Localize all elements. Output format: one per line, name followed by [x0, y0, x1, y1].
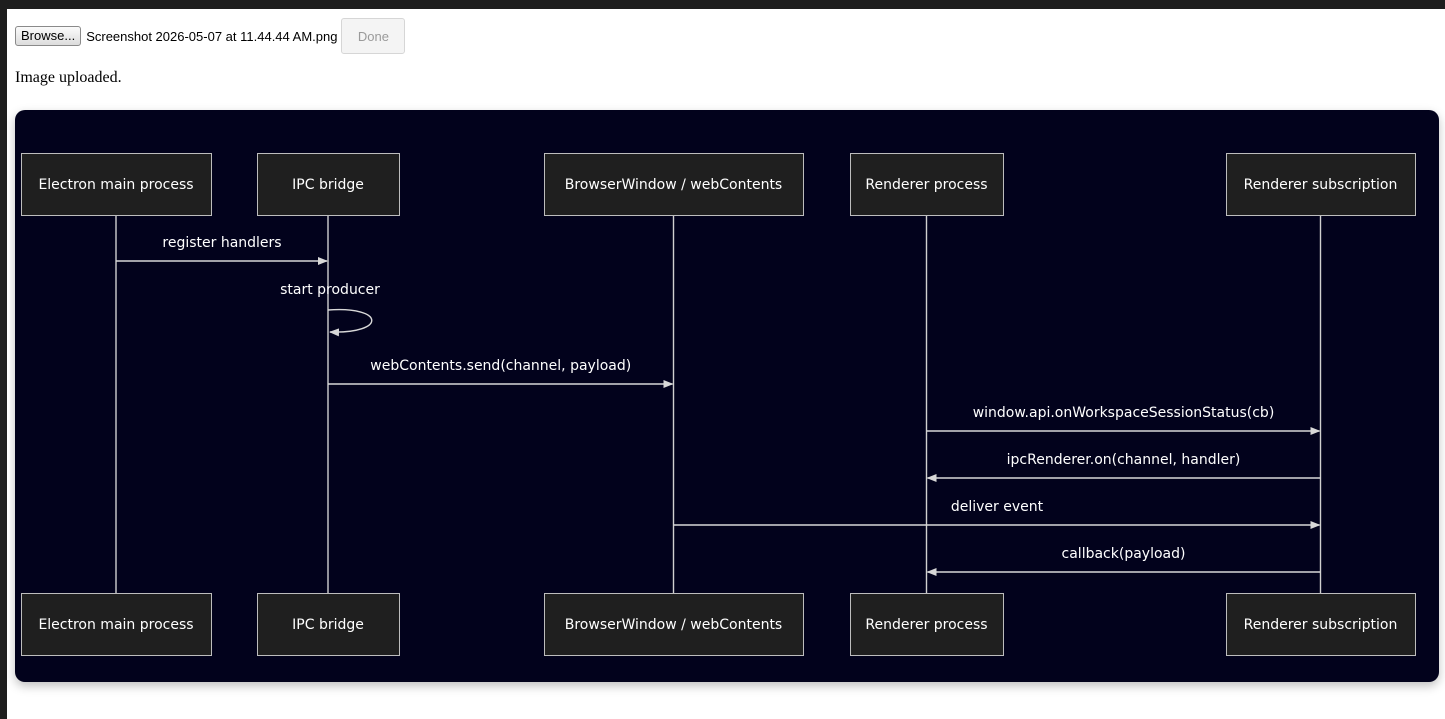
participant-label-bottom-4: Renderer process	[865, 617, 987, 633]
participant-label-top-5: Renderer subscription	[1244, 177, 1398, 193]
message-label-5: ipcRenderer.on(channel, handler)	[1007, 452, 1241, 468]
participant-label-bottom-5: Renderer subscription	[1244, 617, 1398, 633]
participant-label-bottom-2: IPC bridge	[292, 617, 364, 633]
window-left-edge	[0, 9, 7, 719]
window-top-strip	[0, 0, 1445, 9]
message-arrow-2	[327, 308, 373, 337]
browse-button[interactable]: Browse...	[15, 26, 82, 46]
message-label-6: deliver event	[951, 499, 1044, 515]
message-label-2: start producer	[280, 282, 380, 298]
sequence-diagram: Electron main process IPC bridge BrowserWi…	[21, 153, 1416, 656]
message-label-1: register handlers	[162, 235, 281, 251]
sequence-diagram-panel: Electron main process IPC bridge BrowserWi…	[15, 110, 1439, 682]
participant-label-top-3: BrowserWindow / webContents	[565, 177, 782, 193]
upload-row: Browse... Screenshot 2026-05-07 at 11.44…	[15, 18, 406, 54]
participant-label-top-1: Electron main process	[38, 177, 193, 193]
participant-label-top-4: Renderer process	[865, 177, 987, 193]
done-button[interactable]: Done	[341, 18, 406, 54]
message-label-3: webContents.send(channel, payload)	[370, 358, 631, 374]
participant-label-top-2: IPC bridge	[292, 177, 364, 193]
message-label-7: callback(payload)	[1062, 546, 1186, 562]
selected-file-name: Screenshot 2026-05-07 at 11.44.44 AM.png	[86, 28, 338, 44]
participant-label-bottom-1: Electron main process	[38, 617, 193, 633]
participant-label-bottom-3: BrowserWindow / webContents	[565, 617, 782, 633]
page: Browse... Screenshot 2026-05-07 at 11.44…	[7, 9, 1445, 719]
upload-status-message: Image uploaded.	[15, 69, 122, 86]
message-label-4: window.api.onWorkspaceSessionStatus(cb)	[973, 405, 1275, 421]
